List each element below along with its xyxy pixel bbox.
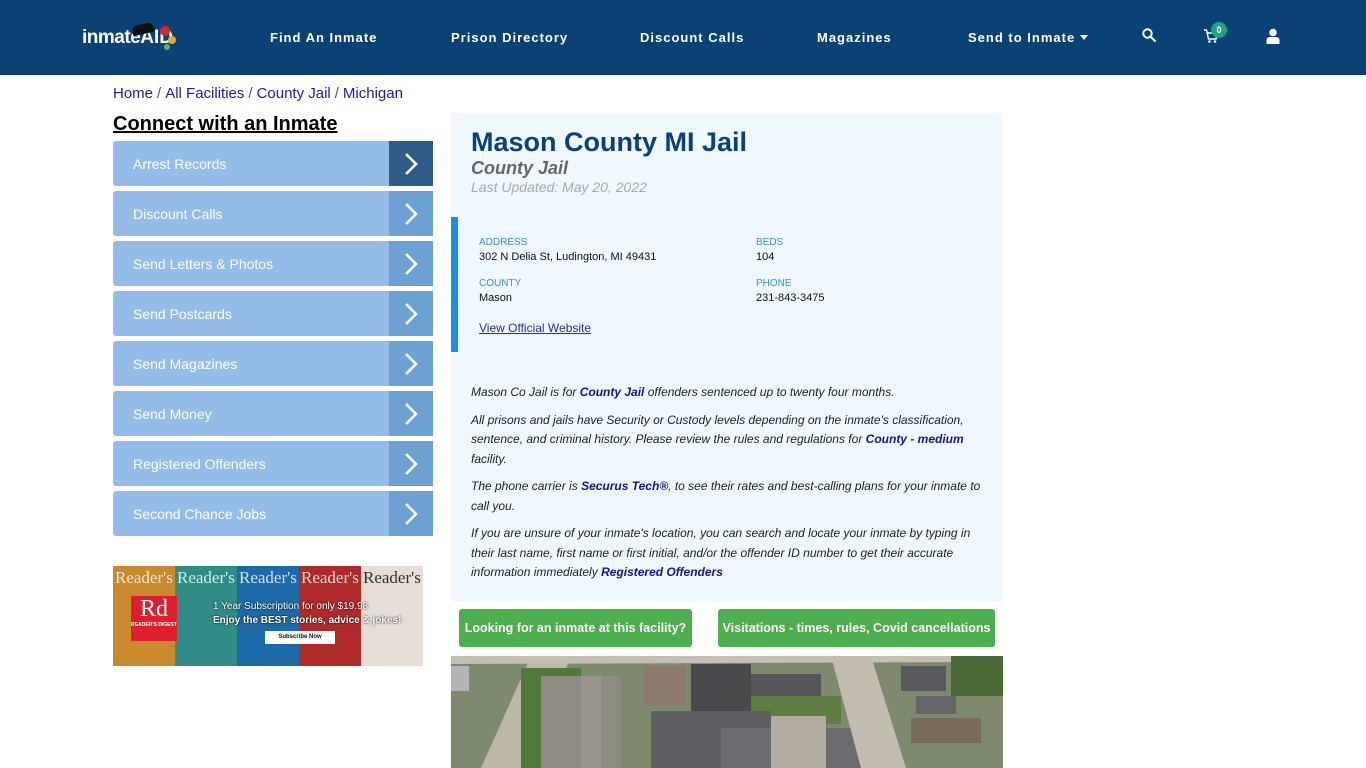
phone-value: 231-843-3475: [756, 292, 825, 304]
address-value: 302 N Delia St, Ludington, MI 49431: [479, 251, 657, 263]
ad-tagline: Enjoy the BEST stories, advice & jokes!: [213, 615, 402, 626]
readers-digest-logo: Rd READER'S DIGEST: [131, 596, 177, 641]
facility-info-card: ADDRESS 302 N Delia St, Ludington, MI 49…: [451, 217, 1003, 352]
sidebar-item-send-letters-photos[interactable]: Send Letters & Photos: [113, 241, 433, 286]
logo-decoration-icon: [164, 44, 170, 50]
county-value: Mason: [479, 292, 513, 304]
facility-panel: Mason County MI Jail County Jail Last Up…: [451, 113, 1003, 601]
breadcrumb-county-jail[interactable]: County Jail: [257, 85, 331, 102]
sidebar-item-discount-calls[interactable]: Discount Calls: [113, 191, 433, 236]
facility-description: Mason Co Jail is for County Jail offende…: [471, 383, 986, 591]
sidebar-item-registered-offenders[interactable]: Registered Offenders: [113, 441, 433, 486]
cart-count-badge: 0: [1211, 22, 1227, 38]
visitations-button[interactable]: Visitations - times, rules, Covid cancel…: [718, 609, 995, 647]
breadcrumb-all-facilities[interactable]: All Facilities: [165, 85, 244, 102]
nav-find-an-inmate[interactable]: Find An Inmate: [270, 30, 377, 45]
chevron-right-icon: [389, 291, 433, 336]
chevron-right-icon: [389, 341, 433, 386]
subscribe-now-button[interactable]: Subscribe Now: [265, 631, 335, 644]
chevron-right-icon: [389, 241, 433, 286]
county-label: COUNTY: [479, 278, 522, 289]
description-paragraph: All prisons and jails have Security or C…: [471, 412, 964, 466]
registered-offenders-link[interactable]: Registered Offenders: [601, 565, 723, 579]
breadcrumb-home[interactable]: Home: [113, 85, 153, 102]
ad-offer-text: 1 Year Subscription for only $19.98: [213, 601, 369, 612]
nav-discount-calls[interactable]: Discount Calls: [640, 30, 744, 45]
caret-down-icon: [1080, 35, 1089, 41]
securus-tech-link[interactable]: Securus Tech®: [581, 479, 668, 493]
facility-aerial-photo: [451, 656, 1003, 768]
description-paragraph: Mason Co Jail is for County Jail offende…: [471, 385, 895, 399]
last-updated: Last Updated: May 20, 2022: [471, 179, 647, 195]
breadcrumb: Home / All Facilities / County Jail / Michigan: [113, 85, 403, 102]
sidebar-menu: Arrest Records Discount Calls Send Lette…: [113, 141, 433, 541]
sidebar-title: Connect with an Inmate: [113, 113, 338, 135]
logo-decoration-icon: [168, 36, 176, 44]
facility-name: Mason County MI Jail: [471, 127, 748, 157]
nav-prison-directory[interactable]: Prison Directory: [451, 30, 568, 45]
beds-label: BEDS: [756, 237, 784, 248]
breadcrumb-michigan[interactable]: Michigan: [343, 85, 403, 102]
address-label: ADDRESS: [479, 237, 528, 248]
chevron-right-icon: [389, 491, 433, 536]
sidebar-item-second-chance-jobs[interactable]: Second Chance Jobs: [113, 491, 433, 536]
county-medium-link[interactable]: County - medium: [866, 432, 964, 446]
nav-send-to-inmate[interactable]: Send to Inmate: [968, 30, 1089, 45]
county-jail-link[interactable]: County Jail: [580, 385, 645, 399]
phone-label: PHONE: [756, 278, 792, 289]
aerial-map-image: [451, 656, 1003, 768]
description-paragraph: If you are unsure of your inmate's locat…: [471, 526, 971, 579]
chevron-right-icon: [389, 441, 433, 486]
chevron-right-icon: [389, 141, 433, 186]
chevron-right-icon: [389, 391, 433, 436]
facility-type: County Jail: [471, 158, 569, 178]
chevron-right-icon: [389, 191, 433, 236]
top-navbar: inmate AID Find An Inmate Prison Director…: [0, 0, 1366, 75]
find-inmate-at-facility-button[interactable]: Looking for an inmate at this facility?: [459, 609, 692, 647]
readers-digest-ad-banner[interactable]: Reader's Reader's Reader's Reader's Read…: [113, 566, 423, 666]
user-icon[interactable]: [1266, 28, 1280, 44]
sidebar-item-send-postcards[interactable]: Send Postcards: [113, 291, 433, 336]
search-icon[interactable]: [1142, 28, 1156, 42]
description-paragraph: The phone carrier is Securus Tech®, to s…: [471, 479, 981, 513]
inmateaid-logo[interactable]: inmate AID: [82, 22, 173, 54]
logo-decoration-icon: [160, 26, 170, 36]
view-official-website-link[interactable]: View Official Website: [479, 321, 591, 335]
sidebar-item-send-money[interactable]: Send Money: [113, 391, 433, 436]
sidebar-item-arrest-records[interactable]: Arrest Records: [113, 141, 433, 186]
beds-value: 104: [756, 251, 775, 263]
nav-magazines[interactable]: Magazines: [817, 30, 892, 45]
sidebar-item-send-magazines[interactable]: Send Magazines: [113, 341, 433, 386]
